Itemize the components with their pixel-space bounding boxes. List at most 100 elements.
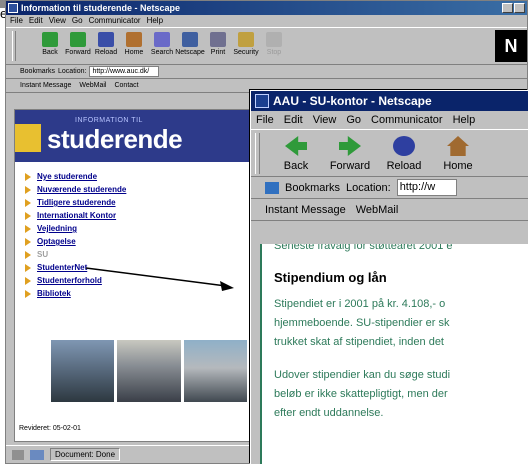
search-button-label: Search [150,49,174,56]
paragraph-laan: Udover stipendier kan du søge studi belø… [274,366,528,423]
forward-arrow-icon [70,32,86,47]
paragraph-line: trukket skat af stipendiet, inden det [274,336,444,348]
nav-item[interactable]: Bibliotek [25,287,253,300]
lock-icon [238,32,254,47]
reload-button[interactable]: Reload [92,28,120,64]
toolbar-grip[interactable] [12,31,16,61]
student-photo [51,340,115,402]
nav-item[interactable]: Tidligere studerende [25,196,253,209]
forward-arrow-icon [339,136,361,156]
nav-link-vejledning[interactable]: Vejledning [37,224,77,233]
toolbar-grip[interactable] [255,133,260,174]
menu-edit[interactable]: Edit [29,15,43,27]
security-button[interactable]: Security [232,28,260,64]
contact-button[interactable]: Contact [114,82,138,89]
nav-item[interactable]: Nuværende studerende [25,183,253,196]
menu-view[interactable]: View [49,15,66,27]
nav-link-tidligere-studerende[interactable]: Tidligere studerende [37,198,116,207]
forward-button[interactable]: Forward [323,130,377,176]
home-button[interactable]: Home [431,130,485,176]
security-button-label: Security [233,49,259,56]
home-button[interactable]: Home [120,28,148,64]
nav-link-optagelse[interactable]: Optagelse [37,237,76,246]
printer-icon [210,32,226,47]
netscape-button-label: Netscape [175,49,205,56]
nav-link-bibliotek[interactable]: Bibliotek [37,289,71,298]
nav-item[interactable]: Vejledning [25,222,253,235]
maximize-button[interactable] [514,3,525,13]
menu-help[interactable]: Help [453,111,476,129]
front-page-content: Seneste fravalg for støtteåret 2001 e St… [260,244,528,464]
reload-button-label: Reload [386,160,422,172]
triangle-bullet-icon [25,250,31,259]
menu-file[interactable]: File [10,15,23,27]
menu-help[interactable]: Help [147,15,163,27]
front-window-titlebar[interactable]: AAU - SU-kontor - Netscape [251,91,528,111]
back-button-label: Back [283,160,309,172]
reload-icon [393,136,415,156]
location-label: Location: [346,181,391,194]
front-location-bar: Bookmarks Location: http://w [251,177,528,199]
back-window-title: Information til studerende - Netscape [21,3,181,13]
menu-view[interactable]: View [313,111,337,129]
instant-message-button[interactable]: Instant Message [265,204,346,216]
forward-button-label: Forward [329,160,371,172]
nav-link-studenterforhold[interactable]: Studenterforhold [37,276,102,285]
netscape-logo: N [495,30,527,62]
stop-button-label: Stop [266,49,282,56]
nav-link-nuvaerende-studerende[interactable]: Nuværende studerende [37,185,126,194]
triangle-bullet-icon [25,185,31,194]
back-window-titlebar[interactable]: Information til studerende - Netscape [6,1,527,15]
paragraph-line: hjemmeboende. SU-stipendier er sk [274,317,450,329]
paragraph-line: beløb er ikke skattepligtigt, men der [274,388,448,400]
nav-item[interactable]: SU [25,248,253,261]
back-button[interactable]: Back [269,130,323,176]
menu-edit[interactable]: Edit [284,111,303,129]
nav-item[interactable]: Nye studerende [25,170,253,183]
nav-item[interactable]: Studenterforhold [25,274,253,287]
front-menubar: File Edit View Go Communicator Help [251,111,528,129]
webmail-button[interactable]: WebMail [79,82,106,89]
menu-communicator[interactable]: Communicator [371,111,443,129]
nav-item[interactable]: StudenterNet [25,261,253,274]
back-url-field[interactable]: http://www.auc.dk/ [89,66,160,77]
instant-message-button[interactable]: Instant Message [20,82,71,89]
front-navigation-toolbar: Back Forward Reload Home [251,129,528,177]
netscape-icon [8,3,18,13]
menu-go[interactable]: Go [72,15,83,27]
back-menubar: File Edit View Go Communicator Help [6,15,527,27]
nav-link-internationalt-kontor[interactable]: Internationalt Kontor [37,211,116,220]
search-button[interactable]: Search [148,28,176,64]
stop-button[interactable]: Stop [260,28,288,64]
home-icon [447,136,469,156]
netscape-button[interactable]: Netscape [175,28,205,64]
back-button[interactable]: Back [36,28,64,64]
front-browser-window[interactable]: AAU - SU-kontor - Netscape File Edit Vie… [250,90,528,464]
front-personal-toolbar: Instant Message WebMail [251,199,528,221]
bookmarks-button[interactable]: Bookmarks [20,68,55,75]
security-lock-icon [12,449,24,460]
webmail-button[interactable]: WebMail [356,204,399,216]
bookmarks-button[interactable]: Bookmarks [285,182,340,194]
front-url-field[interactable]: http://w [396,179,457,196]
back-page-content: INFORMATION TIL studerende Nye studerend… [14,109,254,442]
home-button-label: Home [124,49,144,56]
triangle-bullet-icon [25,211,31,220]
back-arrow-icon [285,136,307,156]
nav-link-nye-studerende[interactable]: Nye studerende [37,172,97,181]
reload-button-label: Reload [94,49,118,56]
nav-link-studenternet[interactable]: StudenterNet [37,263,87,272]
print-button[interactable]: Print [204,28,232,64]
banner-title: studerende [47,124,183,154]
banner-accent-bar [15,124,41,152]
stop-icon [266,32,282,47]
reload-button[interactable]: Reload [377,130,431,176]
forward-button[interactable]: Forward [64,28,92,64]
menu-communicator[interactable]: Communicator [89,15,141,27]
menu-file[interactable]: File [256,111,274,129]
nav-link-su[interactable]: SU [37,250,48,259]
menu-go[interactable]: Go [346,111,361,129]
nav-item[interactable]: Internationalt Kontor [25,209,253,222]
nav-item[interactable]: Optagelse [25,235,253,248]
minimize-button[interactable] [502,3,513,13]
